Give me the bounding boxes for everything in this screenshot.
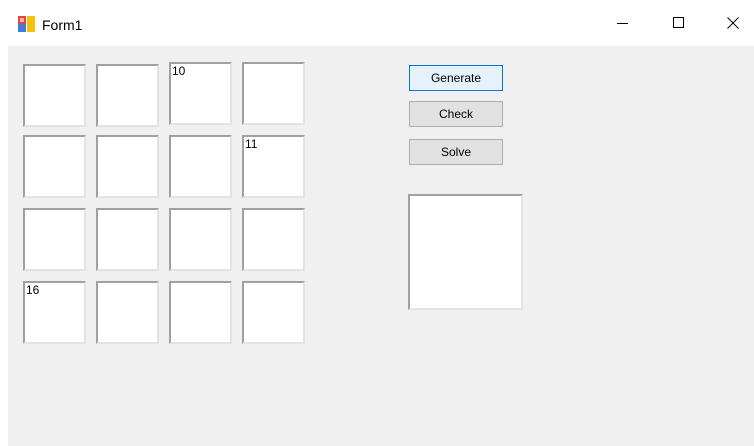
window-title: Form1: [42, 17, 83, 33]
grid-cell-7[interactable]: [169, 135, 232, 198]
grid-cell-16[interactable]: [242, 281, 305, 344]
form-app-icon: [18, 16, 35, 32]
grid-cell-3[interactable]: 10: [169, 62, 232, 125]
grid-cell-4[interactable]: [242, 62, 305, 125]
grid-cell-8[interactable]: 11: [242, 135, 305, 198]
title-bar[interactable]: Form1: [0, 0, 754, 46]
close-button[interactable]: [710, 0, 754, 46]
grid-cell-11[interactable]: [169, 208, 232, 271]
check-button[interactable]: Check: [409, 101, 503, 127]
grid-cell-15[interactable]: [169, 281, 232, 344]
output-box[interactable]: [408, 194, 523, 310]
minimize-button[interactable]: [600, 0, 646, 46]
grid-cell-9[interactable]: [23, 208, 86, 271]
generate-button[interactable]: Generate: [409, 65, 503, 91]
grid-cell-10[interactable]: [96, 208, 159, 271]
grid-cell-1[interactable]: [23, 64, 86, 127]
grid-cell-12[interactable]: [242, 208, 305, 271]
grid-cell-13[interactable]: 16: [23, 281, 86, 344]
form-client-area: 10 11 16 Generate Check Solve: [8, 46, 754, 446]
maximize-button[interactable]: [656, 0, 702, 46]
grid-cell-5[interactable]: [23, 135, 86, 198]
grid-cell-14[interactable]: [96, 281, 159, 344]
maximize-icon: [673, 17, 684, 28]
grid-cell-2[interactable]: [96, 64, 159, 127]
close-icon: [727, 17, 739, 29]
minimize-icon: [617, 23, 628, 24]
solve-button[interactable]: Solve: [409, 139, 503, 165]
grid-cell-6[interactable]: [96, 135, 159, 198]
